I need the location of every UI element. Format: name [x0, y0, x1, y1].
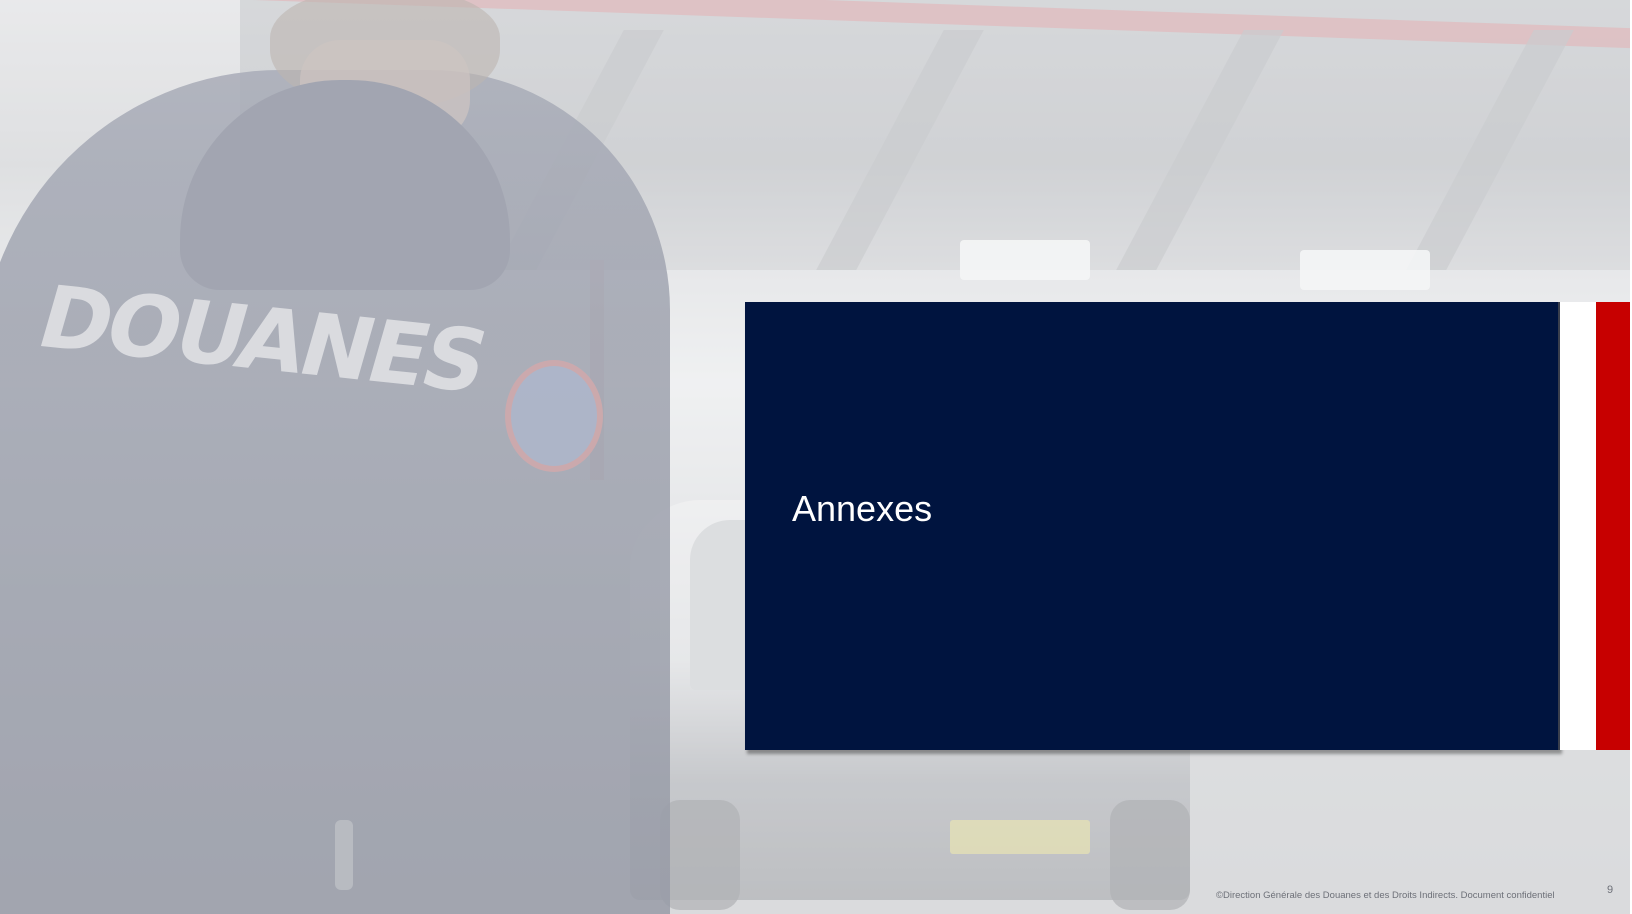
page-number: 9 [1607, 884, 1614, 896]
slide-title: Annexes [792, 488, 933, 529]
flag-stripe-red [1596, 302, 1630, 750]
copyright-notice: ©Direction Générale des Douanes et des D… [1216, 890, 1555, 901]
slide: DOUANES Annexes ©Direction Générale des … [0, 0, 1630, 914]
flag-stripe-white [1560, 302, 1596, 750]
